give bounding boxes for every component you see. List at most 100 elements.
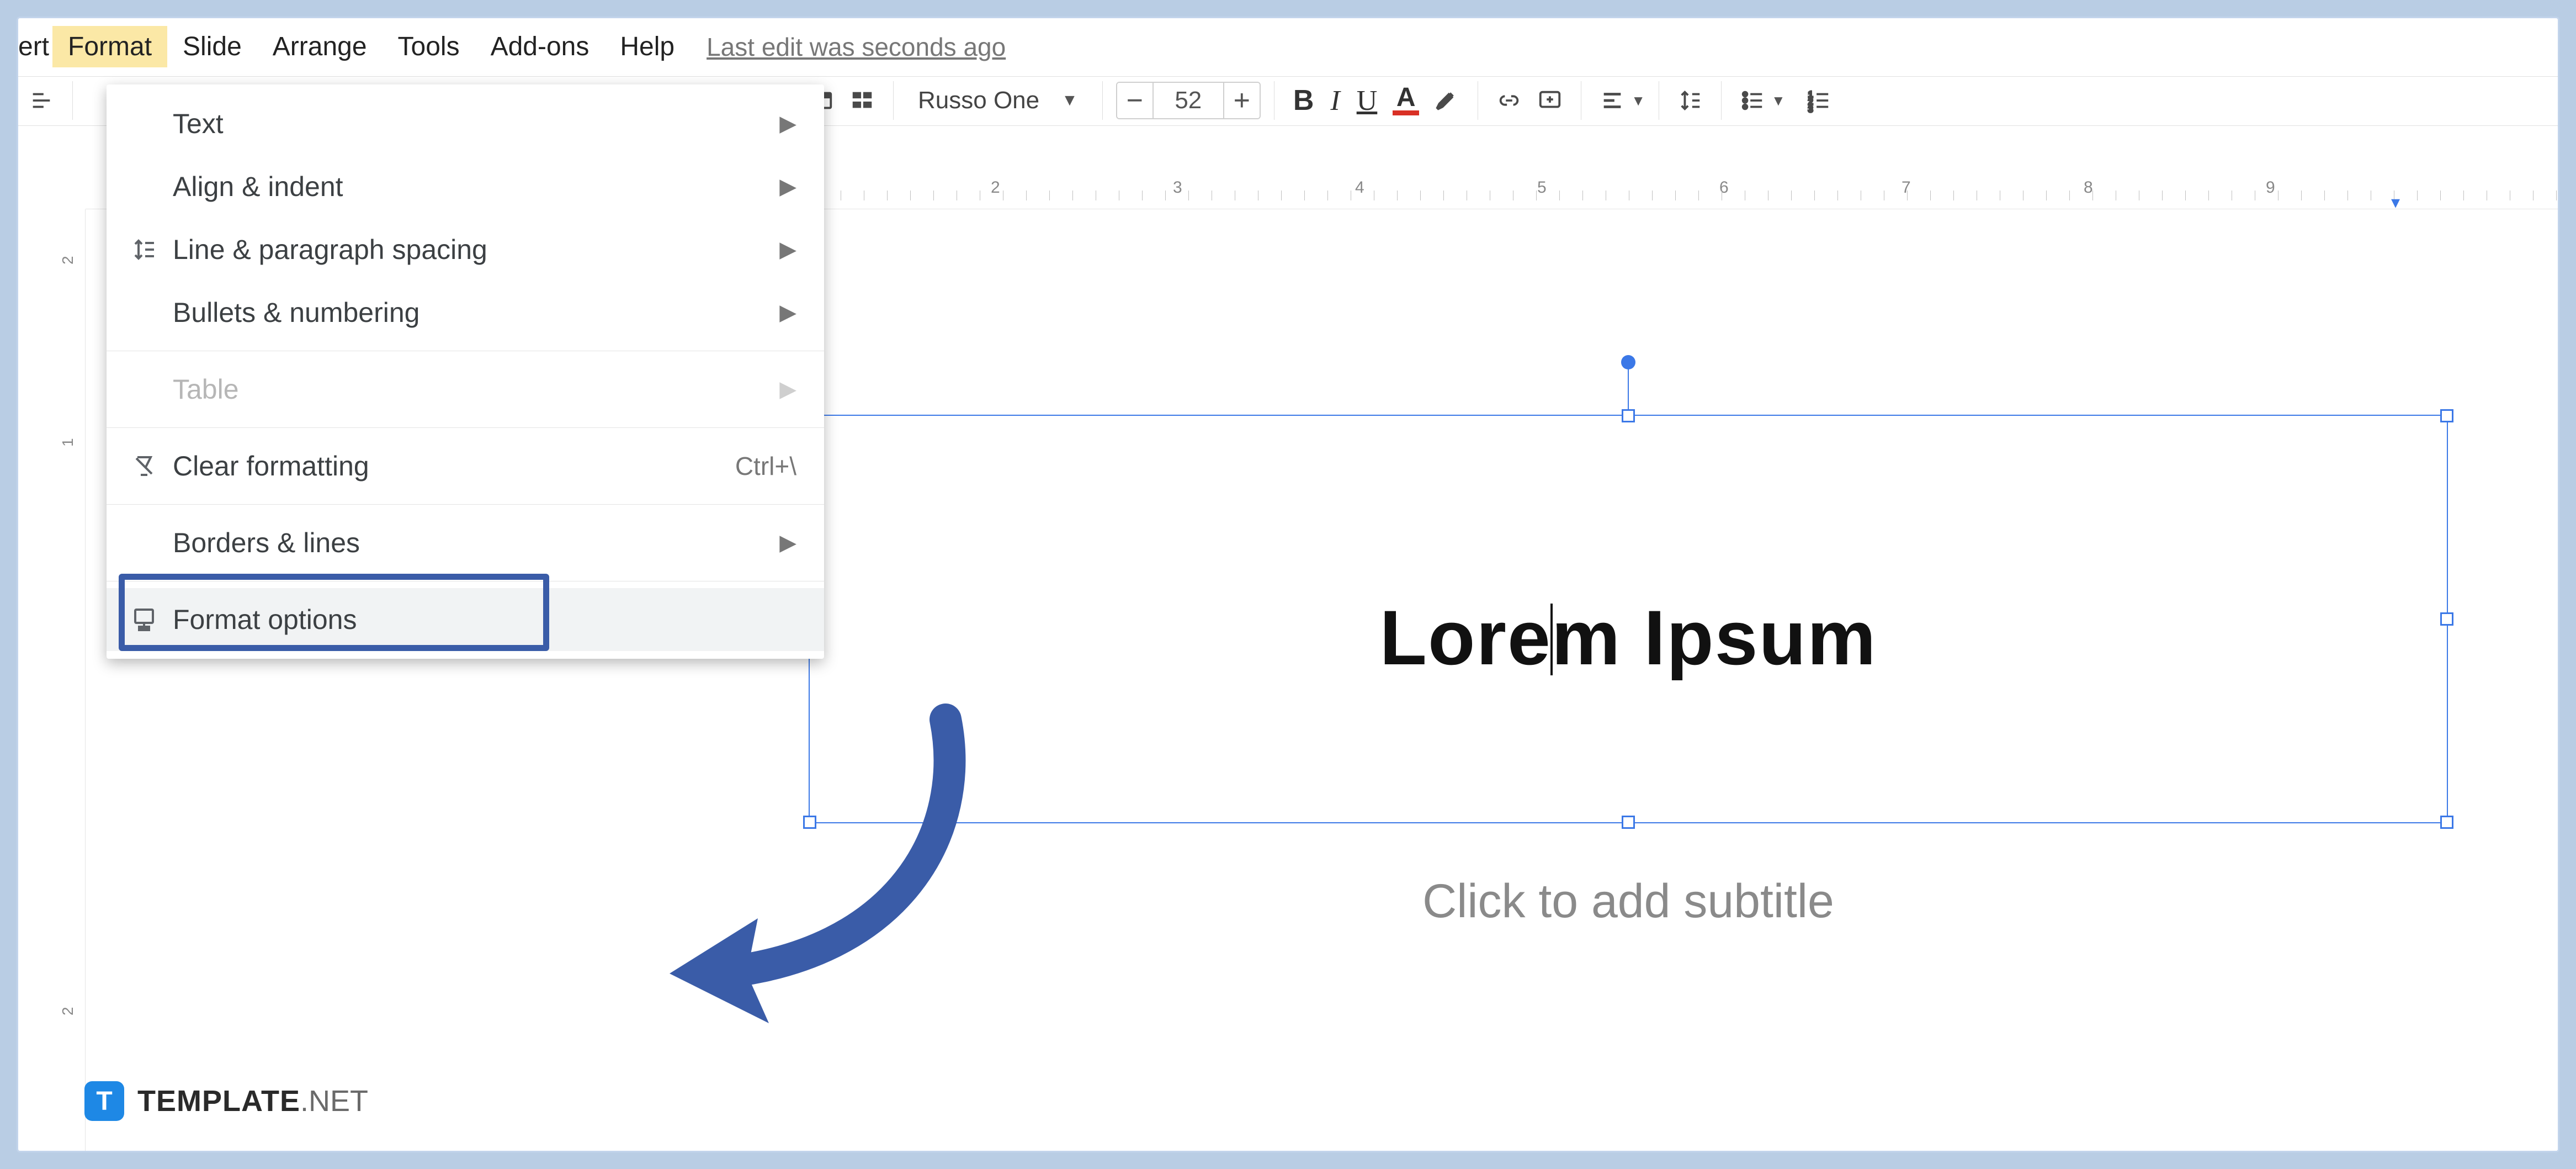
dropdown-item-bullets[interactable]: Bullets & numbering ▶ <box>107 281 824 344</box>
ruler-tick <box>1652 191 1653 200</box>
submenu-arrow-icon: ▶ <box>779 237 796 262</box>
ruler-tick <box>933 191 934 200</box>
ruler-tick <box>1281 191 1282 200</box>
bold-button[interactable]: B <box>1288 84 1320 117</box>
ruler-number: 7 <box>1902 178 1911 197</box>
text-caret <box>1550 604 1553 675</box>
numbered-list-button[interactable]: 123 <box>1801 83 1836 118</box>
insert-comment-button[interactable] <box>1532 83 1568 118</box>
ruler-tick <box>1420 191 1421 200</box>
underline-button[interactable]: U <box>1351 84 1383 117</box>
bulleted-list-button[interactable]: ▼ <box>1735 83 1786 118</box>
menu-tools[interactable]: Tools <box>383 26 475 67</box>
subtitle-placeholder[interactable]: Click to add subtitle <box>809 874 2448 929</box>
ruler-tick <box>1304 191 1305 200</box>
clear-formatting-icon <box>130 452 158 480</box>
ruler-number: 8 <box>2084 178 2093 197</box>
ruler-tick <box>1559 191 1560 200</box>
ruler-number: 5 <box>1537 178 1547 197</box>
ruler-number: 2 <box>991 178 1000 197</box>
menu-slide[interactable]: Slide <box>167 26 257 67</box>
ruler-tick <box>1837 191 1838 200</box>
ruler-number: 6 <box>1719 178 1729 197</box>
title-part-a: Lore <box>1379 594 1551 681</box>
ruler-tick <box>1072 191 1073 200</box>
ruler-tick <box>1582 191 1583 200</box>
app-frame: ert Format Slide Arrange Tools Add-ons H… <box>17 17 2559 1152</box>
menu-addons[interactable]: Add-ons <box>475 26 605 67</box>
font-size-value[interactable]: 52 <box>1152 83 1224 118</box>
dropdown-item-align-indent[interactable]: Align & indent ▶ <box>107 155 824 218</box>
ruler-tick <box>1049 191 1050 200</box>
toolbar-separator <box>72 81 73 120</box>
ruler-tick <box>1814 191 1815 200</box>
insert-link-button[interactable] <box>1491 83 1527 118</box>
ruler-tick <box>2046 191 2047 200</box>
last-edit-link[interactable]: Last edit was seconds ago <box>707 32 1006 62</box>
ruler-tick <box>2440 191 2441 200</box>
font-size-increase[interactable]: + <box>1224 83 1260 118</box>
watermark-badge: T <box>84 1081 124 1121</box>
title-textbox[interactable]: Lorem Ipsum <box>809 415 2448 823</box>
dropdown-caret-icon: ▼ <box>1631 92 1645 109</box>
submenu-arrow-icon: ▶ <box>779 111 796 136</box>
ruler-tick <box>1930 191 1931 200</box>
submenu-arrow-icon: ▶ <box>779 377 796 402</box>
ruler-number: 4 <box>1355 178 1364 197</box>
dropdown-label: Table <box>173 373 239 405</box>
dropdown-item-text[interactable]: Text ▶ <box>107 92 824 155</box>
dropdown-item-borders-lines[interactable]: Borders & lines ▶ <box>107 511 824 574</box>
ruler-tick <box>1698 191 1699 200</box>
font-size-decrease[interactable]: − <box>1117 83 1152 118</box>
align-button[interactable]: ▼ <box>1595 83 1645 118</box>
ruler-tick <box>2185 191 2186 200</box>
font-family-picker[interactable]: Russo One ▼ <box>907 87 1089 114</box>
highlight-color-button[interactable] <box>1429 83 1464 118</box>
submenu-arrow-icon: ▶ <box>779 300 796 325</box>
resize-handle-br[interactable] <box>2440 816 2453 829</box>
ruler-tick <box>2162 191 2163 200</box>
dropdown-caret-icon: ▼ <box>1061 91 1078 110</box>
watermark: T TEMPLATE.NET <box>84 1081 368 1121</box>
dropdown-caret-icon: ▼ <box>1771 92 1786 109</box>
line-spacing-button[interactable] <box>1672 83 1708 118</box>
ruler-tick <box>1397 191 1398 200</box>
ruler-tick <box>1907 191 1908 200</box>
ruler-number: 1 <box>59 438 77 447</box>
font-size-stepper: − 52 + <box>1116 82 1261 119</box>
theme-icon[interactable] <box>844 83 880 118</box>
toolbar-partial-left[interactable] <box>24 83 59 118</box>
ruler-number: 2 <box>59 1007 77 1015</box>
right-indent-marker[interactable]: ▾ <box>2391 192 2400 209</box>
ruler-tick <box>1327 191 1328 200</box>
dropdown-label: Line & paragraph spacing <box>173 234 487 266</box>
dropdown-item-line-spacing[interactable]: Line & paragraph spacing ▶ <box>107 218 824 281</box>
dropdown-label: Align & indent <box>173 171 343 203</box>
italic-button[interactable]: I <box>1325 84 1345 117</box>
ruler-tick <box>1791 191 1792 200</box>
ruler-tick <box>2463 191 2464 200</box>
rotate-stem <box>1628 363 1629 410</box>
dropdown-label: Clear formatting <box>173 450 369 482</box>
ruler-tick <box>1026 191 1027 200</box>
menu-arrange[interactable]: Arrange <box>257 26 383 67</box>
ruler-tick <box>1142 191 1143 200</box>
vertical-ruler[interactable]: 2 1 2 <box>51 209 86 1151</box>
dropdown-item-format-options[interactable]: Format options <box>107 588 824 651</box>
resize-handle-bm[interactable] <box>1622 816 1635 829</box>
toolbar-separator <box>893 81 894 120</box>
line-spacing-icon <box>130 235 158 264</box>
text-color-button[interactable]: A <box>1388 86 1424 115</box>
toolbar-separator <box>1102 81 1103 120</box>
menu-format[interactable]: Format <box>52 26 167 67</box>
menu-help[interactable]: Help <box>604 26 690 67</box>
dropdown-item-clear-formatting[interactable]: Clear formatting Ctrl+\ <box>107 435 824 498</box>
ruler-tick <box>2092 191 2093 200</box>
dropdown-label: Bullets & numbering <box>173 297 419 329</box>
ruler-tick <box>2556 191 2557 200</box>
title-text[interactable]: Lorem Ipsum <box>810 416 2447 694</box>
menu-insert-partial[interactable]: ert <box>18 26 52 67</box>
dropdown-label: Format options <box>173 604 357 636</box>
watermark-text: TEMPLATE.NET <box>137 1084 368 1118</box>
annotation-arrow <box>636 697 1001 1040</box>
